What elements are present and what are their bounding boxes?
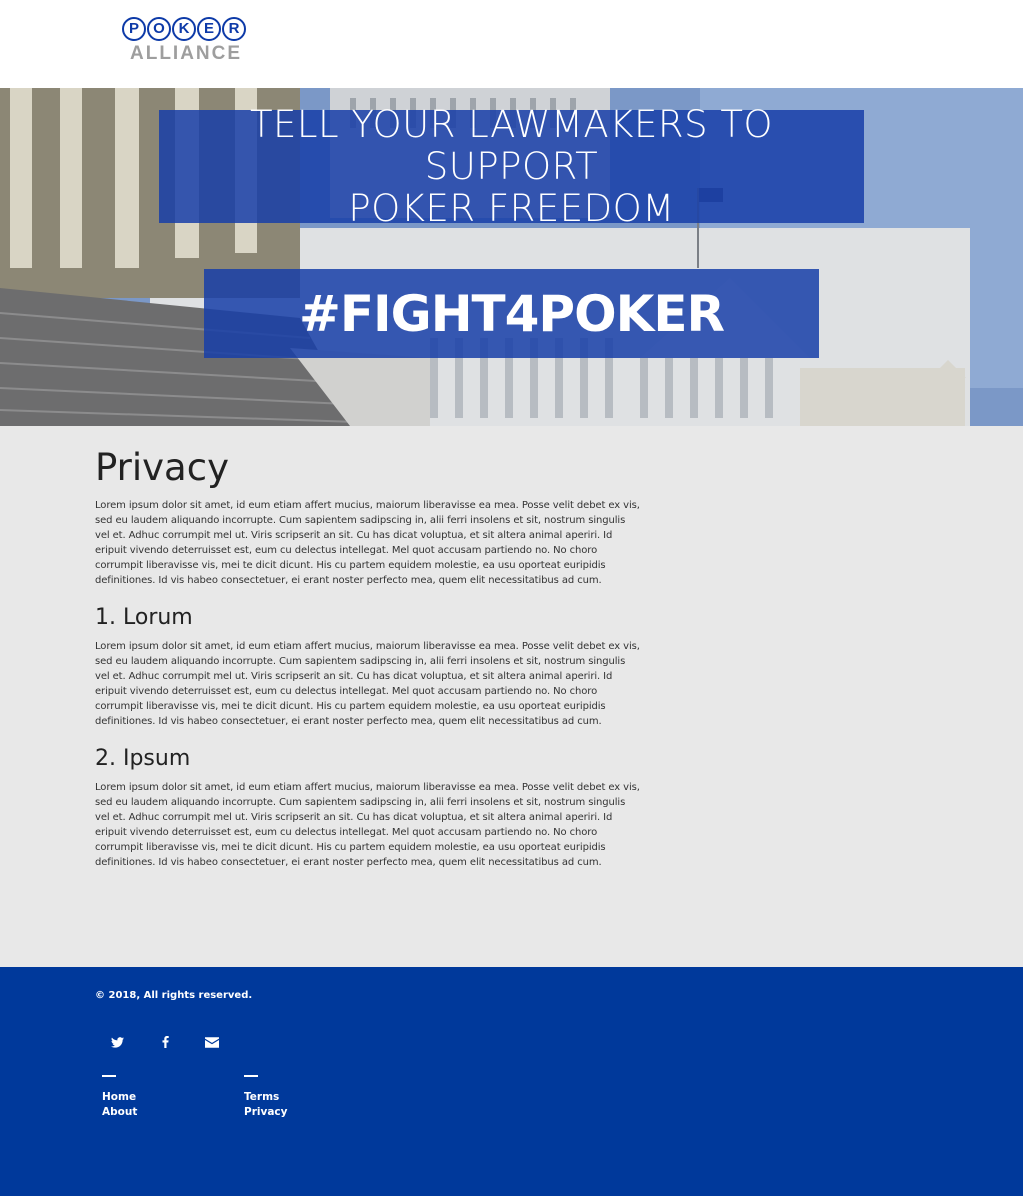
hero-hashtag-box: #FIGHT4POKER xyxy=(204,269,819,358)
logo-subtitle: ALLIANCE xyxy=(130,43,243,64)
logo-letter: R xyxy=(222,17,246,41)
site-header: P O K E R ALLIANCE xyxy=(0,0,1023,88)
hero-banner: TELL YOUR LAWMAKERS TO SUPPORT POKER FRE… xyxy=(0,88,1023,426)
twitter-icon[interactable] xyxy=(107,1034,127,1050)
footer-link-terms[interactable]: Terms xyxy=(244,1090,287,1105)
hero-headline: TELL YOUR LAWMAKERS TO SUPPORT POKER FRE… xyxy=(159,102,864,230)
footer-link-home[interactable]: Home xyxy=(102,1090,137,1105)
hero-headline-line: TELL YOUR LAWMAKERS TO SUPPORT xyxy=(249,102,774,188)
hero-headline-box: TELL YOUR LAWMAKERS TO SUPPORT POKER FRE… xyxy=(159,103,864,229)
logo-wordmark: P O K E R xyxy=(122,17,252,41)
hero-hashtag: #FIGHT4POKER xyxy=(299,284,725,343)
section-title-ipsum: 2. Ipsum xyxy=(95,746,191,771)
privacy-content: Privacy Lorem ipsum dolor sit amet, id e… xyxy=(95,446,640,870)
logo-letter: P xyxy=(122,17,146,41)
logo-letter: O xyxy=(147,17,171,41)
page-title: Privacy xyxy=(95,446,229,489)
footer-links-primary: Home About xyxy=(102,1075,137,1120)
intro-paragraph: Lorem ipsum dolor sit amet, id eum etiam… xyxy=(95,500,640,586)
footer-divider xyxy=(102,1075,116,1077)
section-body-ipsum: Lorem ipsum dolor sit amet, id eum etiam… xyxy=(95,782,640,868)
poker-alliance-logo[interactable]: P O K E R ALLIANCE xyxy=(122,17,252,71)
section-title-lorum: 1. Lorum xyxy=(95,605,193,630)
copyright-text: © 2018, All rights reserved. xyxy=(95,990,253,1001)
section-body-lorum: Lorem ipsum dolor sit amet, id eum etiam… xyxy=(95,641,640,727)
logo-letter: K xyxy=(172,17,196,41)
email-icon[interactable] xyxy=(202,1034,222,1050)
footer-link-privacy[interactable]: Privacy xyxy=(244,1105,287,1120)
footer-links-legal: Terms Privacy xyxy=(244,1075,287,1120)
footer-link-about[interactable]: About xyxy=(102,1105,137,1120)
site-footer: © 2018, All rights reserved. Home About … xyxy=(0,967,1023,1196)
facebook-icon[interactable] xyxy=(155,1034,175,1050)
hero-headline-line: POKER FREEDOM xyxy=(348,186,675,230)
footer-divider xyxy=(244,1075,258,1077)
logo-letter: E xyxy=(197,17,221,41)
